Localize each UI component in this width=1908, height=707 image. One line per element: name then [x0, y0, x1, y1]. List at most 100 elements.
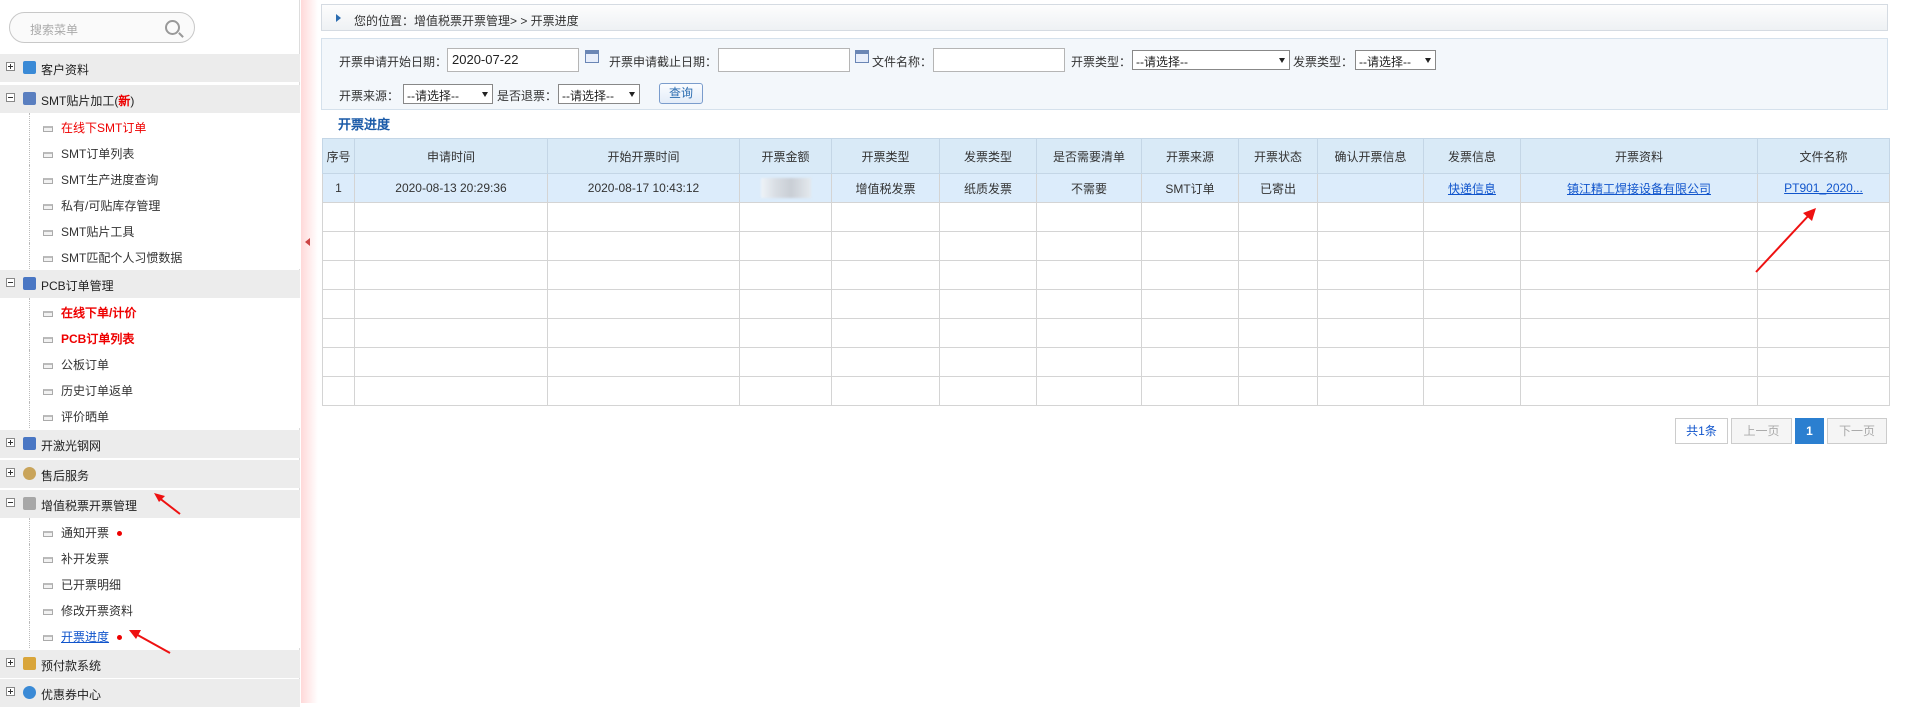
- pagination: 共1条 上一页 1 下一页: [0, 418, 1908, 444]
- sidebar-item-label[interactable]: 私有/可贴库存管理: [61, 197, 160, 214]
- sidebar-item-label[interactable]: 开票进度: [61, 628, 123, 645]
- col-header: 开票状态: [1238, 138, 1318, 174]
- cell-amount: [739, 173, 832, 203]
- sidebar-item-smt-progress[interactable]: SMT生产进度查询: [0, 165, 300, 191]
- sidebar-item-smt-list[interactable]: SMT订单列表: [0, 139, 300, 165]
- sidebar-item-smt-habits[interactable]: SMT匹配个人习惯数据: [0, 243, 300, 269]
- sidebar-item-label[interactable]: 历史订单返单: [61, 382, 133, 399]
- collapse-icon[interactable]: [6, 278, 15, 287]
- col-header: 序号: [322, 138, 355, 174]
- express-info-link[interactable]: 快递信息: [1448, 182, 1496, 196]
- expand-icon[interactable]: [6, 658, 15, 667]
- sidebar-item-label[interactable]: 修改开票资料: [61, 602, 133, 619]
- col-header: 开票类型: [831, 138, 940, 174]
- sidebar-item-pcb-history[interactable]: 历史订单返单: [0, 376, 300, 402]
- file-link[interactable]: PT901_2020...: [1784, 181, 1863, 195]
- refund-label: 是否退票：: [497, 89, 558, 103]
- sidebar-collapse-bar[interactable]: [301, 0, 318, 703]
- sidebar-item-edit-invoice-info[interactable]: 修改开票资料: [0, 596, 300, 622]
- notification-dot: [117, 531, 123, 537]
- sidebar-item-reissue-invoice[interactable]: 补开发票: [0, 544, 300, 570]
- user-icon: [23, 467, 36, 480]
- dropdown-caret-icon: [1425, 58, 1431, 63]
- col-header: 开票资料: [1520, 138, 1758, 174]
- page-icon: [43, 204, 53, 210]
- sidebar-item-label[interactable]: 补开发票: [61, 550, 109, 567]
- menu-search-box[interactable]: 搜索菜单: [9, 12, 195, 43]
- dropdown-caret-icon: [1279, 58, 1285, 63]
- expand-icon[interactable]: [6, 687, 15, 696]
- notification-dot: [117, 635, 123, 641]
- invoice-progress-table: 序号 申请时间 开始开票时间 开票金额 开票类型 发票类型 是否需要清单 开票来…: [322, 138, 1890, 406]
- filename-input[interactable]: [933, 48, 1065, 72]
- customer-icon: [23, 61, 36, 74]
- refund-select[interactable]: --请选择--: [558, 84, 640, 104]
- sidebar-item-label[interactable]: 已开票明细: [61, 576, 121, 593]
- breadcrumb-text: 您的位置：增值税票开票管理> > 开票进度: [354, 14, 579, 28]
- menu-group-smt[interactable]: SMT贴片加工(新): [0, 85, 300, 113]
- sidebar-item-pcb-list[interactable]: PCB订单列表: [0, 324, 300, 350]
- redacted-amount: [760, 178, 811, 198]
- filename-label: 文件名称：: [872, 55, 933, 69]
- sidebar-item-notify-invoice[interactable]: 通知开票: [0, 518, 300, 544]
- sidebar-item-label[interactable]: 在线下SMT订单: [61, 119, 146, 136]
- sidebar-item-label[interactable]: PCB订单列表: [61, 330, 134, 347]
- start-date-input[interactable]: 2020-07-22: [447, 48, 579, 72]
- next-page-button[interactable]: 下一页: [1827, 418, 1887, 444]
- menu-group-pcb[interactable]: PCB订单管理: [0, 270, 300, 298]
- invoice-type-select[interactable]: --请选择--: [1355, 50, 1436, 70]
- search-icon[interactable]: [165, 20, 180, 35]
- company-link[interactable]: 镇江精工焊接设备有限公司: [1567, 182, 1711, 196]
- sidebar-item-label[interactable]: 在线下单/计价: [61, 304, 136, 321]
- invoice-kind-label: 开票类型：: [1071, 55, 1132, 69]
- sidebar-item-pcb-order[interactable]: 在线下单/计价: [0, 298, 300, 324]
- sidebar-item-label[interactable]: SMT生产进度查询: [61, 171, 158, 188]
- sidebar-item-smt-tools[interactable]: SMT贴片工具: [0, 217, 300, 243]
- sidebar-item-smt-order[interactable]: 在线下SMT订单: [0, 113, 300, 139]
- sidebar-item-invoice-details[interactable]: 已开票明细: [0, 570, 300, 596]
- sidebar-item-label[interactable]: SMT订单列表: [61, 145, 134, 162]
- sidebar-item-label[interactable]: SMT匹配个人习惯数据: [61, 249, 182, 266]
- collapse-icon[interactable]: [6, 498, 15, 507]
- menu-group-label: 增值税票开票管理: [41, 499, 138, 513]
- page-icon: [43, 557, 53, 563]
- prev-page-button[interactable]: 上一页: [1731, 418, 1792, 444]
- query-button[interactable]: 查询: [659, 83, 703, 104]
- table-row-empty: [322, 376, 1890, 406]
- source-value: --请选择--: [407, 89, 459, 103]
- calendar-icon[interactable]: [855, 50, 869, 63]
- coupon-icon: [23, 686, 36, 699]
- page-icon: [43, 337, 53, 343]
- sidebar-item-label[interactable]: 公板订单: [61, 356, 109, 373]
- expand-icon[interactable]: [6, 62, 15, 71]
- cell-start-time: 2020-08-17 10:43:12: [547, 173, 740, 203]
- sidebar-item-smt-stock[interactable]: 私有/可贴库存管理: [0, 191, 300, 217]
- menu-group-label: 售后服务: [41, 469, 90, 483]
- annotation-arrow-vat-menu: [154, 493, 181, 515]
- table-row-empty: [322, 260, 1890, 290]
- collapse-left-icon[interactable]: [305, 238, 310, 246]
- source-select[interactable]: --请选择--: [403, 84, 493, 104]
- end-date-input[interactable]: [718, 48, 850, 72]
- col-header: 开始开票时间: [547, 138, 740, 174]
- cell-status: 已寄出: [1238, 173, 1318, 203]
- calendar-icon[interactable]: [585, 50, 599, 63]
- table-row-empty: [322, 231, 1890, 261]
- menu-group-aftersales[interactable]: 售后服务: [0, 460, 300, 488]
- invoice-kind-value: --请选择--: [1136, 55, 1188, 69]
- sidebar-item-label[interactable]: SMT贴片工具: [61, 223, 134, 240]
- menu-search-input[interactable]: 搜索菜单: [30, 21, 78, 38]
- table-row-empty: [322, 318, 1890, 348]
- collapse-icon[interactable]: [6, 93, 15, 102]
- invoice-kind-select[interactable]: --请选择--: [1132, 50, 1290, 70]
- sidebar-item-label[interactable]: 通知开票: [61, 524, 123, 541]
- page-1-button[interactable]: 1: [1795, 418, 1824, 444]
- page-icon: [43, 311, 53, 317]
- expand-icon[interactable]: [6, 468, 15, 477]
- page-icon: [43, 609, 53, 615]
- cell-file: PT901_2020...: [1757, 173, 1890, 203]
- sidebar-item-pcb-public[interactable]: 公板订单: [0, 350, 300, 376]
- col-header: 是否需要清单: [1036, 138, 1142, 174]
- menu-group-customer[interactable]: 客户资料: [0, 54, 300, 82]
- table-row[interactable]: 1 2020-08-13 20:29:36 2020-08-17 10:43:1…: [322, 173, 1890, 203]
